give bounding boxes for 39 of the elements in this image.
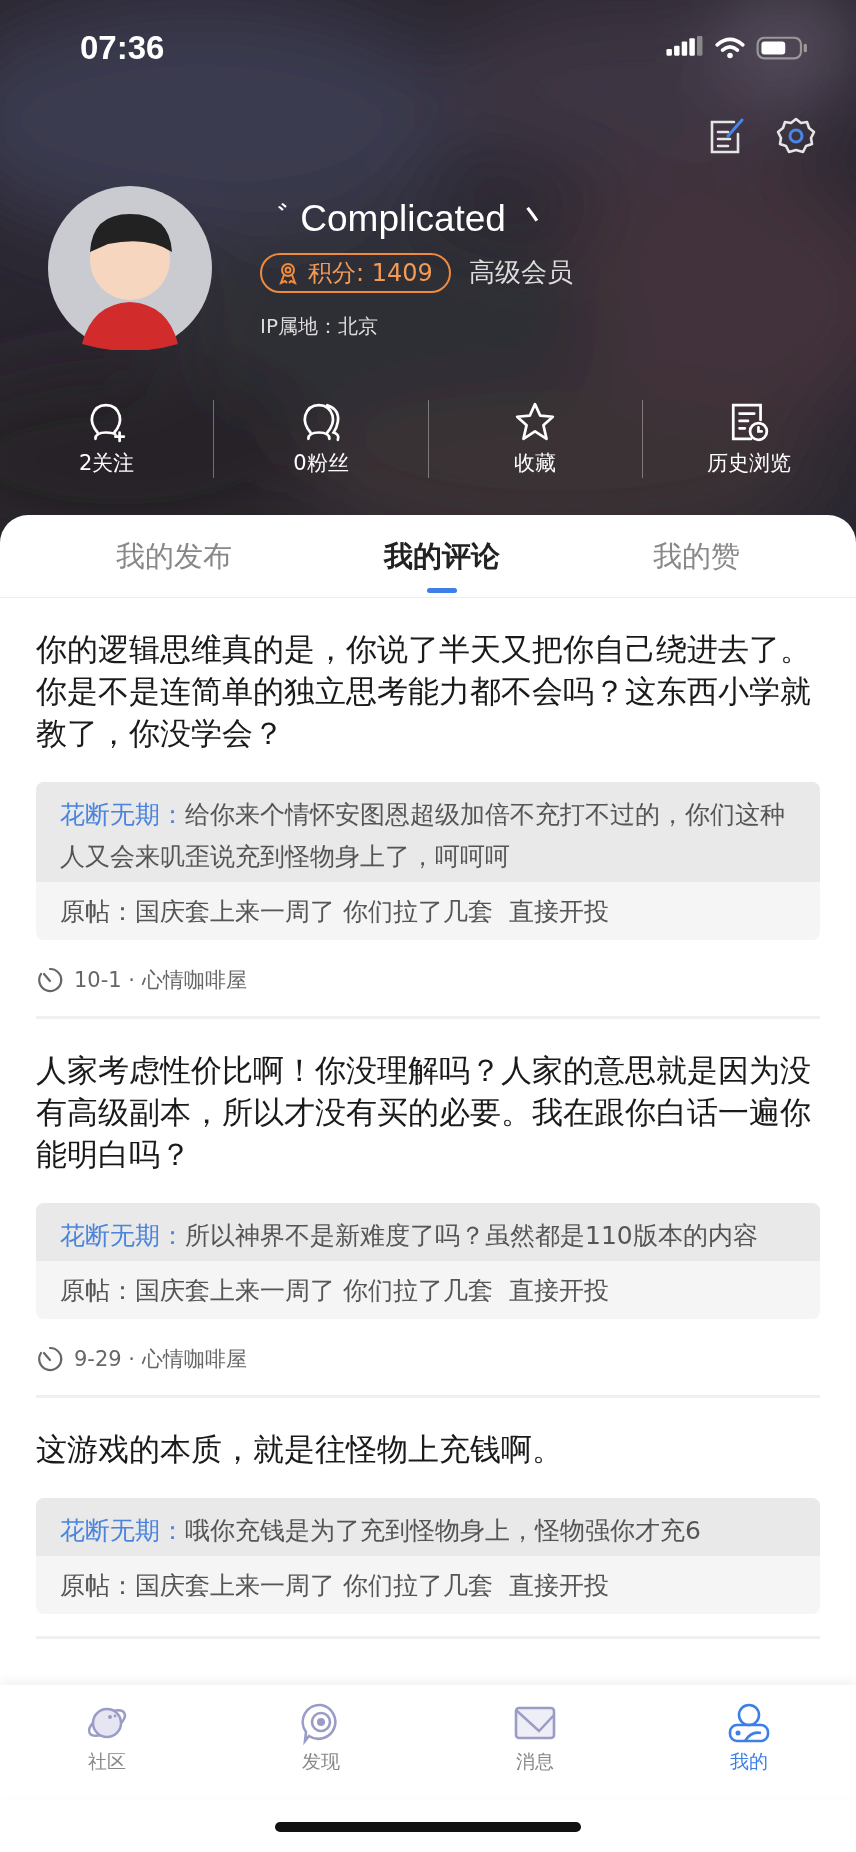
- avatar[interactable]: [48, 186, 212, 350]
- comment-text: 人家考虑性价比啊！你没理解吗？人家的意思就是因为没有高级副本，所以才没有买的必要。我在跟你白话一遍你能明白吗？: [36, 1051, 812, 1174]
- battery-icon: [756, 35, 808, 61]
- comment-text: 你的逻辑思维真的是，你说了半天又把你自己绕进去了。你是不是连简单的独立思考能力都不会吗？这东西小学就教了，你没学会？: [36, 630, 812, 753]
- original-post: 原帖：国庆套上来一周了 你们拉了几套 直接开投: [60, 1274, 609, 1307]
- nav-item[interactable]: 发现: [214, 1685, 428, 1797]
- clock-icon: [36, 966, 64, 994]
- person-icon: [727, 1701, 771, 1745]
- wifi-icon: [714, 36, 746, 60]
- clock-icon: [36, 1345, 64, 1373]
- quote-card[interactable]: 花断无期：给你来个情怀安图恩超级加倍不充打不过的，你们这种人又会来叽歪说充到怪物身上了，呵呵呵 原帖：国庆套上来一周了 你们拉了几套 直接开投: [36, 782, 820, 940]
- tab[interactable]: 我的发布: [106, 515, 243, 597]
- star-icon: [514, 401, 557, 443]
- tab[interactable]: 我的评论: [374, 515, 511, 597]
- comment-text: 这游戏的本质，就是往怪物上充钱啊。: [36, 1430, 564, 1469]
- stat-item[interactable]: 收藏: [428, 401, 642, 477]
- reply-text: 花断无期：所以神界不是新难度了吗？虽然都是110版本的内容: [60, 1220, 759, 1252]
- settings-icon[interactable]: [776, 116, 816, 156]
- tab[interactable]: 我的赞: [642, 515, 750, 597]
- status-time: 07:36: [80, 29, 165, 67]
- points-text: 积分: 1409: [308, 257, 433, 288]
- stat-item[interactable]: 历史浏览: [642, 401, 856, 477]
- member-level: 高级会员: [468, 256, 573, 289]
- user-name: ゛ Complicated 丶: [252, 196, 555, 241]
- original-post: 原帖：国庆套上来一周了 你们拉了几套 直接开投: [60, 895, 609, 928]
- stat-item[interactable]: 2关注: [0, 401, 214, 477]
- nav-item[interactable]: 社区: [0, 1685, 214, 1797]
- medal-icon: [276, 260, 300, 285]
- stat-item[interactable]: 0粉丝: [214, 401, 428, 477]
- nav-item[interactable]: 消息: [428, 1685, 642, 1797]
- nav-item[interactable]: 我的: [642, 1685, 856, 1797]
- reply-text: 花断无期：给你来个情怀安图恩超级加倍不充打不过的，你们这种人又会来叽歪说充到怪物身上了，呵呵呵: [60, 799, 786, 873]
- quote-card[interactable]: 花断无期：哦你充钱是为了充到怪物身上，怪物强你才充6 原帖：国庆套上来一周了 你们拉了几套 直接开投: [36, 1498, 820, 1614]
- quote-card[interactable]: 花断无期：所以神界不是新难度了吗？虽然都是110版本的内容 原帖：国庆套上来一周了 你们拉了几套 直接开投: [36, 1203, 820, 1319]
- post-meta: 10-1 · 心情咖啡屋: [74, 967, 247, 994]
- original-post: 原帖：国庆套上来一周了 你们拉了几套 直接开投: [60, 1569, 609, 1602]
- reply-text: 花断无期：哦你充钱是为了充到怪物身上，怪物强你才充6: [60, 1515, 702, 1547]
- post-meta: 9-29 · 心情咖啡屋: [74, 1346, 247, 1373]
- ip-location: IP属地：北京: [260, 312, 379, 340]
